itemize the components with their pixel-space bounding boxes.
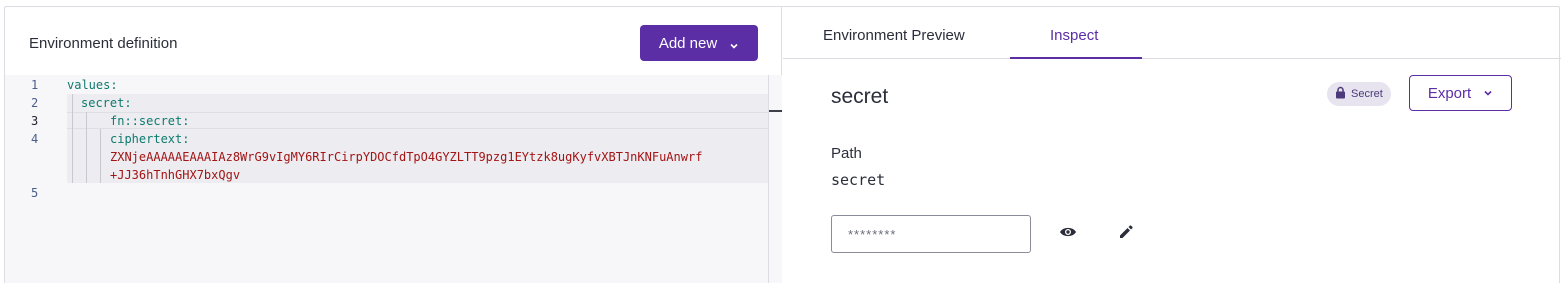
definition-panel: Environment definition Add new 1 2 3 4 5… — [5, 7, 782, 283]
line-number: 1 — [31, 78, 39, 92]
environment-editor-frame: Environment definition Add new 1 2 3 4 5… — [4, 6, 1561, 283]
code-line: secret: — [81, 96, 132, 110]
edit-secret-button[interactable] — [1112, 220, 1140, 248]
chevron-down-icon — [729, 38, 739, 49]
indent-guide — [72, 94, 73, 183]
inspected-key-title: secret — [831, 85, 889, 108]
secret-badge-label: Secret — [1351, 88, 1383, 100]
panel-tabs: Environment Preview Inspect — [783, 7, 1561, 59]
path-value: secret — [831, 171, 886, 189]
pencil-icon — [1118, 224, 1134, 245]
line-number: 4 — [31, 132, 39, 146]
editor-scrollbar[interactable] — [768, 75, 782, 283]
secret-badge: Secret — [1327, 82, 1391, 106]
indent-guide — [86, 112, 87, 183]
code-line: values: — [67, 78, 118, 92]
tab-inspect[interactable]: Inspect — [1050, 27, 1098, 44]
indent-guide — [100, 129, 101, 183]
add-new-label: Add new — [658, 34, 718, 52]
line-number: 3 — [31, 114, 39, 128]
chevron-down-icon — [1483, 85, 1493, 102]
line-number-gutter: 1 2 3 4 5 — [5, 75, 55, 283]
line-highlight — [67, 94, 768, 112]
lock-icon — [1335, 86, 1346, 102]
ciphertext-value: ZXNjeAAAAAEAAAIAz8WrG9vIgMY6RIrCirpYDOCf… — [110, 150, 703, 164]
definition-header: Environment definition Add new — [5, 7, 782, 75]
active-tab-indicator — [1010, 57, 1142, 59]
eye-icon — [1059, 225, 1077, 243]
path-label: Path — [831, 145, 862, 162]
tab-environment-preview[interactable]: Environment Preview — [823, 27, 965, 44]
definition-title: Environment definition — [29, 35, 178, 52]
export-button[interactable]: Export — [1409, 75, 1512, 111]
secret-value-field[interactable] — [831, 215, 1031, 253]
scrollbar-position-marker — [769, 110, 782, 112]
reveal-secret-button[interactable] — [1054, 220, 1082, 248]
inspect-panel: Environment Preview Inspect secret Secre… — [783, 7, 1561, 283]
export-label: Export — [1427, 84, 1472, 102]
ciphertext-value-continued: +JJ36hTnhGHX7bxQgv — [110, 168, 241, 182]
code-line: ciphertext: — [110, 132, 190, 146]
add-new-button[interactable]: Add new — [640, 25, 758, 61]
line-number: 2 — [31, 96, 39, 110]
yaml-code-editor[interactable]: 1 2 3 4 5 values: secret: fn::secret: ci… — [5, 75, 782, 283]
code-line: fn::secret: — [110, 114, 190, 128]
line-number: 5 — [31, 186, 39, 200]
